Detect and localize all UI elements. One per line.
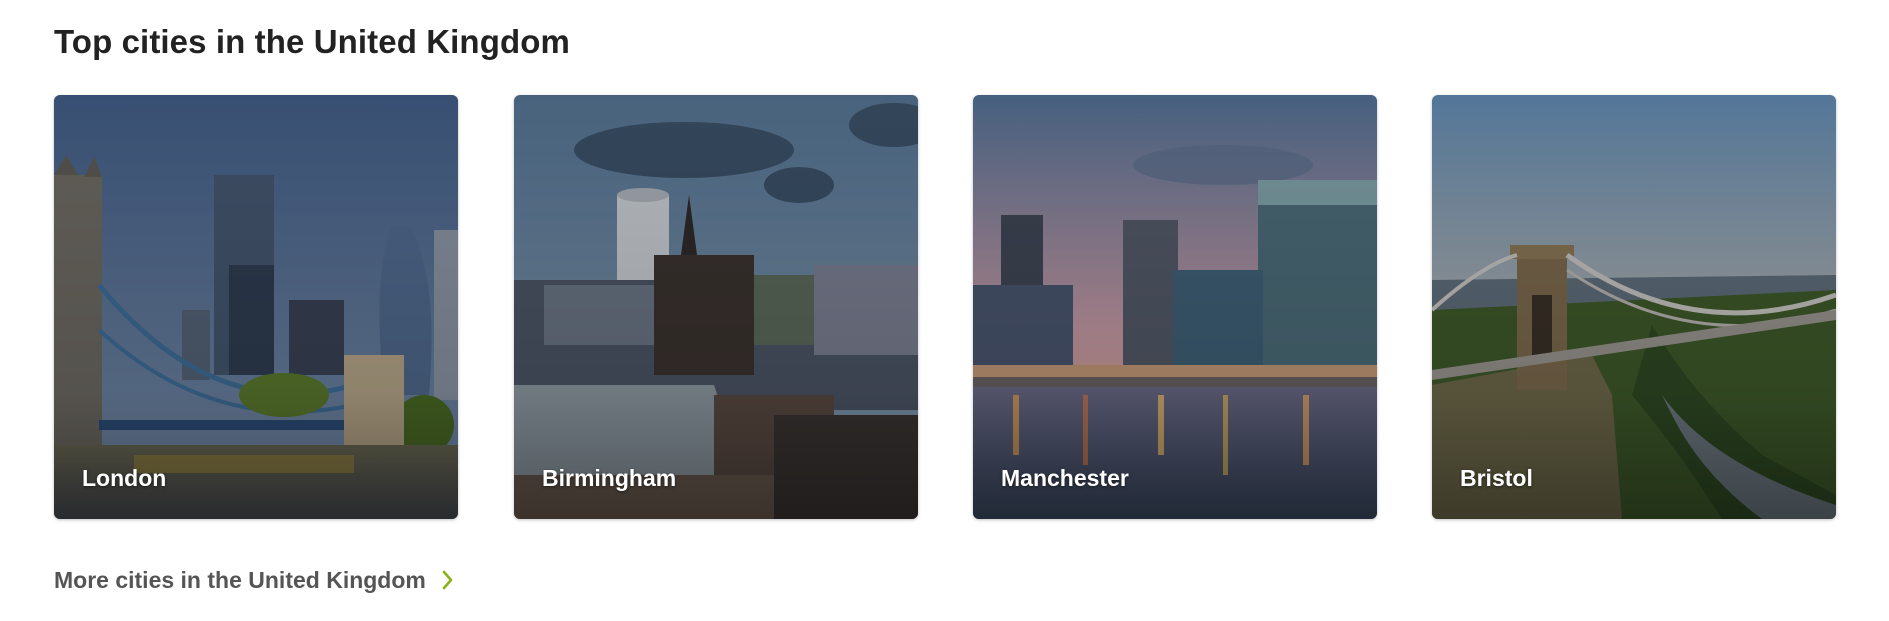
city-cards: London Birmingham Manchester Bristol [54,95,1840,519]
city-card-birmingham[interactable]: Birmingham [514,95,918,519]
card-overlay [1432,95,1836,519]
city-name-birmingham: Birmingham [542,465,677,491]
city-name-bristol: Bristol [1460,465,1533,491]
card-overlay [54,95,458,519]
more-cities-link[interactable]: More cities in the United Kingdom [54,566,454,594]
city-card-manchester[interactable]: Manchester [973,95,1377,519]
chevron-right-icon [442,570,453,590]
city-card-bristol[interactable]: Bristol [1432,95,1836,519]
top-cities-section: Top cities in the United Kingdom London … [54,0,1840,621]
city-name-manchester: Manchester [1001,465,1129,491]
section-title: Top cities in the United Kingdom [54,23,570,60]
more-cities-label: More cities in the United Kingdom [54,567,426,593]
card-overlay [973,95,1377,519]
city-name-london: London [82,465,167,491]
city-card-london[interactable]: London [54,95,458,519]
card-overlay [514,95,918,519]
